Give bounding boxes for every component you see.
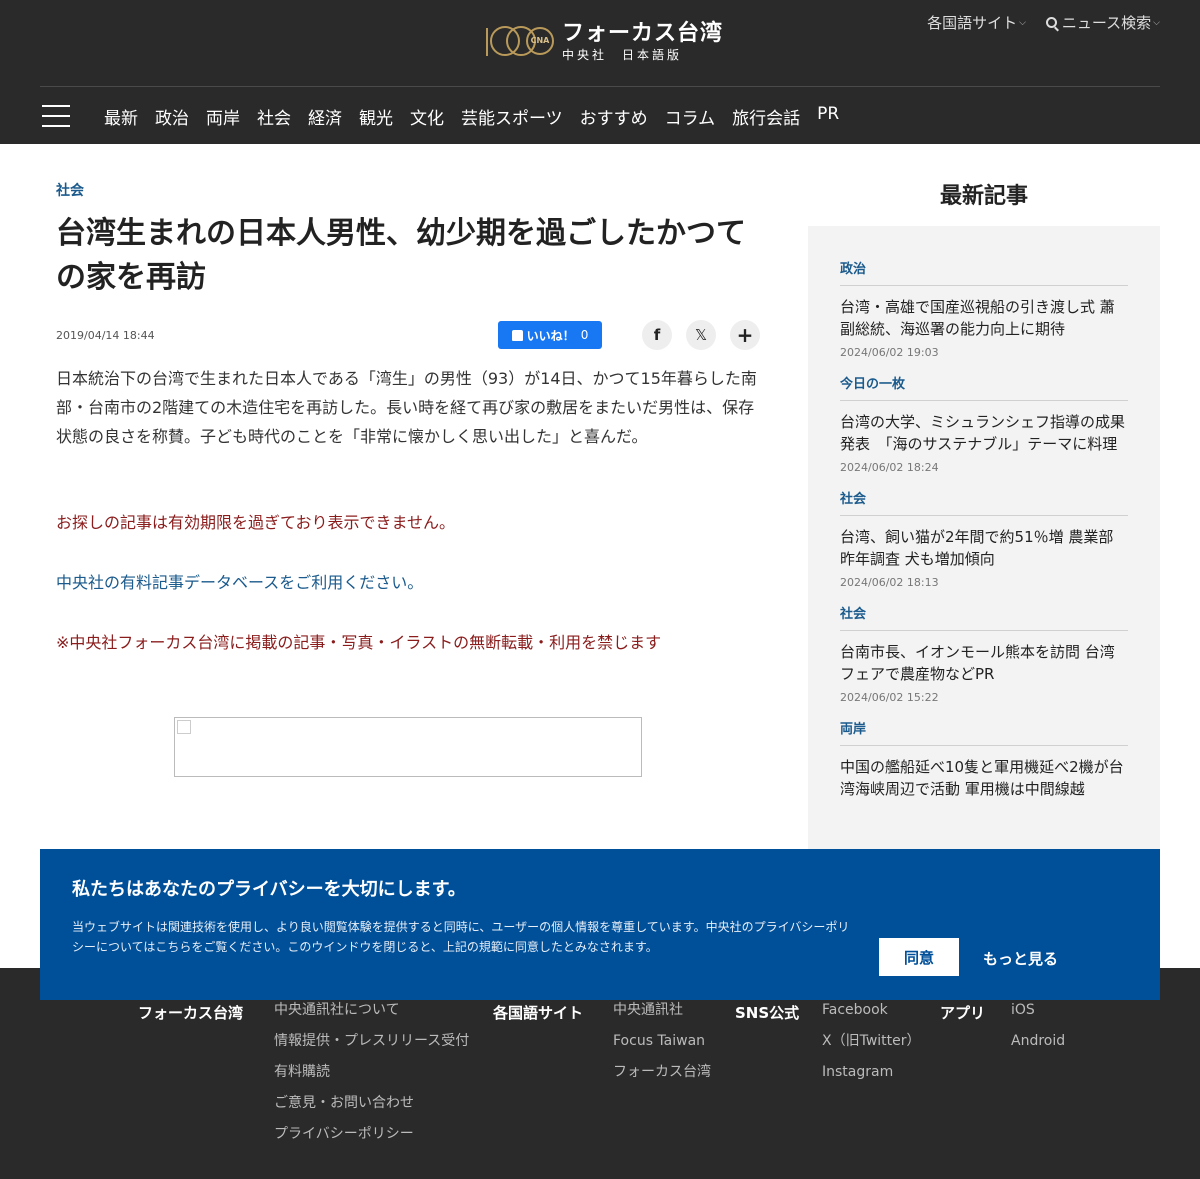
- cna-badge: CNA: [526, 27, 554, 55]
- header-divider: [40, 86, 1160, 87]
- sidebar-item-date: 2024/06/02 18:24: [840, 461, 939, 474]
- sidebar-title: 最新記事: [939, 184, 1028, 209]
- footer-col-title: アプリ: [940, 1004, 986, 1022]
- footer-link[interactable]: X（旧Twitter）: [822, 1026, 921, 1057]
- article-title: 台湾生まれの日本人男性、幼少期を過ごしたかつての家を再訪: [56, 216, 746, 295]
- sidebar-item-headline[interactable]: 台湾・高雄で国産巡視船の引き渡し式 蕭副総統、海巡署の能力向上に期待: [840, 296, 1128, 340]
- search-icon: [1045, 17, 1057, 28]
- footer-links-apps: iOS Android: [1011, 995, 1065, 1057]
- nav-item-economy[interactable]: 経済: [308, 104, 342, 129]
- nav-item-recommended[interactable]: おすすめ: [580, 104, 648, 129]
- privacy-banner: 私たちはあなたのプライバシーを大切にします。 当ウェブサイトは関連技術を使用し、…: [40, 849, 1160, 1000]
- logo-subtitle: 中央社 日本語版: [562, 48, 683, 62]
- footer-col-title: SNS公式: [735, 1004, 800, 1022]
- sidebar-item-category[interactable]: 社会: [840, 488, 1128, 516]
- latest-articles-sidebar: 政治 台湾・高雄で国産巡視船の引き渡し式 蕭副総統、海巡署の能力向上に期待 20…: [808, 226, 1160, 866]
- list-item: 社会 台湾、飼い猫が2年間で約51％増 農業部昨年調査 犬も増加傾向 2024/…: [840, 488, 1128, 589]
- article: 社会 台湾生まれの日本人男性、幼少期を過ごしたかつての家を再訪 2019/04/…: [56, 180, 760, 653]
- footer-links-about: 中央通訊社について 情報提供・プレスリリース受付 有料購読 ご意見・お問い合わせ…: [274, 995, 469, 1150]
- sidebar-item-date: 2024/06/02 15:22: [840, 691, 939, 704]
- nav-item-society[interactable]: 社会: [257, 104, 291, 129]
- broken-image-icon: [177, 720, 191, 734]
- database-link[interactable]: 中央社の有料記事データベースをご利用ください。: [56, 569, 760, 593]
- news-search-dropdown[interactable]: ニュース検索 ⌵: [1045, 12, 1160, 33]
- nav-item-pr[interactable]: PR: [817, 104, 839, 129]
- lang-sites-dropdown[interactable]: 各国語サイト ⌵: [927, 12, 1026, 33]
- x-icon[interactable]: 𝕏: [686, 320, 716, 350]
- nav-item-politics[interactable]: 政治: [155, 104, 189, 129]
- footer-link[interactable]: ご意見・お問い合わせ: [274, 1088, 469, 1119]
- footer-links-languages: 中央通訊社 Focus Taiwan フォーカス台湾: [613, 995, 711, 1088]
- nav-item-tourism[interactable]: 観光: [359, 104, 393, 129]
- news-search-label: ニュース検索: [1061, 14, 1152, 32]
- footer-link[interactable]: プライバシーポリシー: [274, 1119, 469, 1150]
- nav-item-cross-strait[interactable]: 両岸: [206, 104, 240, 129]
- logo-title: フォーカス台湾: [562, 21, 724, 46]
- nav-item-entertainment-sports[interactable]: 芸能スポーツ: [461, 104, 563, 129]
- sidebar-item-headline[interactable]: 台湾の大学、ミシュランシェフ指導の成果発表 「海のサステナブル」テーマに料理: [840, 411, 1128, 455]
- sidebar-item-headline[interactable]: 台湾、飼い猫が2年間で約51％増 農業部昨年調査 犬も増加傾向: [840, 526, 1128, 570]
- sidebar-item-date: 2024/06/02 18:13: [840, 576, 939, 589]
- privacy-body: 当ウェブサイトは関連技術を使用し、より良い閲覧体験を提供すると同時に、ユーザーの…: [72, 920, 850, 954]
- footer-links-sns: Facebook X（旧Twitter） Instagram: [822, 995, 921, 1088]
- nav-item-column[interactable]: コラム: [665, 104, 716, 129]
- nav-item-latest[interactable]: 最新: [104, 104, 138, 129]
- more-button[interactable]: もっと見る: [983, 948, 1058, 969]
- facebook-icon[interactable]: f: [642, 320, 672, 350]
- like-label: いいね！: [526, 328, 575, 343]
- sidebar-item-category[interactable]: 社会: [840, 603, 1128, 631]
- ad-banner[interactable]: [174, 717, 642, 777]
- footer-link[interactable]: フォーカス台湾: [613, 1057, 711, 1088]
- expired-notice: お探しの記事は有効期限を過ぎており表示できません。: [56, 513, 456, 532]
- like-count: 0: [580, 328, 589, 342]
- agree-button[interactable]: 同意: [879, 938, 959, 976]
- lang-sites-label: 各国語サイト: [927, 14, 1018, 32]
- footer-link[interactable]: 情報提供・プレスリリース受付: [274, 1026, 469, 1057]
- site-logo[interactable]: CNA フォーカス台湾 中央社 日本語版: [484, 22, 723, 62]
- sidebar-item-category[interactable]: 両岸: [840, 718, 1128, 746]
- article-date: 2019/04/14 18:44: [56, 329, 155, 342]
- nav-item-culture[interactable]: 文化: [410, 104, 444, 129]
- plus-icon[interactable]: +: [730, 320, 760, 350]
- sidebar-item-date: 2024/06/02 19:03: [840, 346, 939, 359]
- article-lede: 日本統治下の台湾で生まれた日本人である「湾生」の男性（93）が14日、かつて15…: [56, 369, 757, 446]
- list-item: 政治 台湾・高雄で国産巡視船の引き渡し式 蕭副総統、海巡署の能力向上に期待 20…: [840, 258, 1128, 359]
- thumbs-up-icon: [511, 329, 523, 341]
- footer-col-title: フォーカス台湾: [138, 1004, 244, 1022]
- facebook-like-button[interactable]: いいね！ 0: [498, 321, 602, 349]
- hamburger-menu-icon[interactable]: [42, 105, 70, 127]
- list-item: 両岸 中国の艦船延べ10隻と軍用機延べ2機が台湾海峡周辺で活動 軍用機は中間線越: [840, 718, 1128, 800]
- logo-rings-icon: CNA: [484, 22, 556, 62]
- footer-link[interactable]: 有料購読: [274, 1057, 469, 1088]
- main-nav: 最新 政治 両岸 社会 経済 観光 文化 芸能スポーツ おすすめ コラム 旅行会…: [104, 104, 856, 129]
- sidebar-item-headline[interactable]: 中国の艦船延べ10隻と軍用機延べ2機が台湾海峡周辺で活動 軍用機は中間線越: [840, 756, 1128, 800]
- privacy-title: 私たちはあなたのプライバシーを大切にします。: [72, 879, 466, 900]
- nav-item-travel-phrases[interactable]: 旅行会話: [732, 104, 800, 129]
- article-meta: 2019/04/14 18:44 いいね！ 0 f 𝕏 +: [56, 320, 760, 350]
- list-item: 社会 台南市長、イオンモール熊本を訪問 台湾フェアで農産物などPR 2024/0…: [840, 603, 1128, 704]
- copyright-notice: ※中央社フォーカス台湾に掲載の記事・写真・イラストの無断転載・利用を禁じます: [56, 633, 662, 652]
- sidebar-item-category[interactable]: 今日の一枚: [840, 373, 1128, 401]
- sidebar-item-headline[interactable]: 台南市長、イオンモール熊本を訪問 台湾フェアで農産物などPR: [840, 641, 1128, 685]
- sidebar-item-category[interactable]: 政治: [840, 258, 1128, 286]
- footer-link[interactable]: Focus Taiwan: [613, 1026, 711, 1057]
- chevron-down-icon: ⌵: [1153, 17, 1160, 28]
- footer-link[interactable]: Android: [1011, 1026, 1065, 1057]
- footer-col-title: 各国語サイト: [493, 1004, 584, 1022]
- site-header: CNA フォーカス台湾 中央社 日本語版 各国語サイト ⌵ ニュース検索 ⌵ 最…: [0, 0, 1200, 144]
- article-category[interactable]: 社会: [56, 180, 760, 200]
- chevron-down-icon: ⌵: [1019, 17, 1026, 28]
- footer-link[interactable]: Instagram: [822, 1057, 921, 1088]
- list-item: 今日の一枚 台湾の大学、ミシュランシェフ指導の成果発表 「海のサステナブル」テー…: [840, 373, 1128, 474]
